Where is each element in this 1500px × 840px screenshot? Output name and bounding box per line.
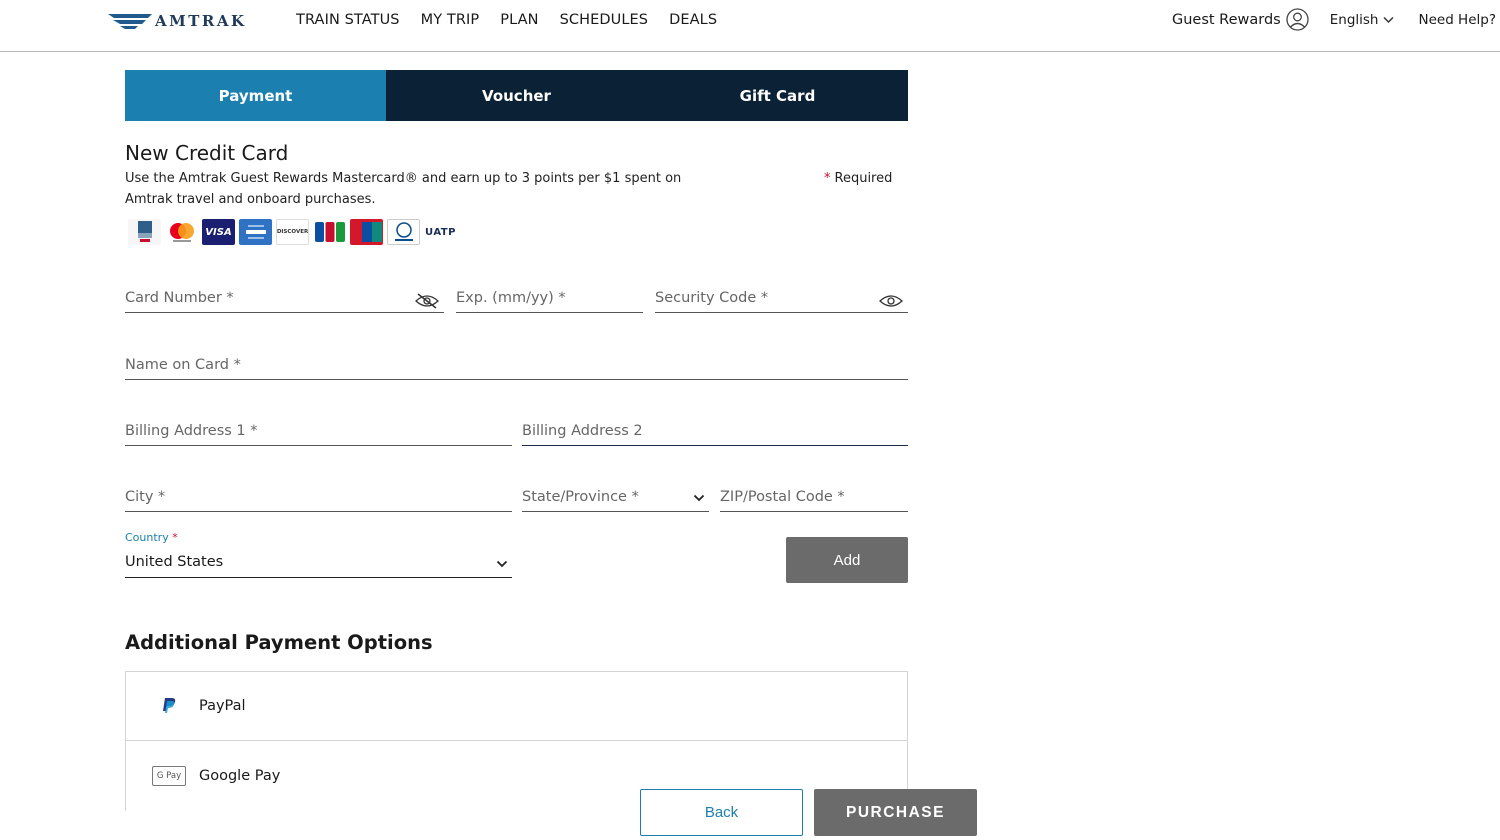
nav-deals[interactable]: DEALS [669,12,717,28]
site-header: AMTRAK TRAIN STATUS MY TRIP PLAN SCHEDUL… [0,0,1500,52]
amtrak-swoosh-icon [108,14,152,29]
required-star: * [824,171,831,186]
american-express-icon [239,219,272,245]
amtrak-logo[interactable]: AMTRAK [108,10,247,32]
country-label: Country * [125,531,178,544]
add-card-button[interactable]: Add [786,537,908,583]
card-number-field[interactable]: Card Number * [125,283,444,313]
billing-address-1-placeholder: Billing Address 1 * [125,423,258,439]
accepted-cards: VISA DISCOVER UATP [128,219,457,245]
nav-plan[interactable]: PLAN [500,12,538,28]
billing-address-2-field[interactable]: Billing Address 2 [522,416,908,446]
guest-rewards-label: Guest Rewards [1171,11,1281,28]
eye-icon[interactable] [879,293,903,309]
visa-icon: VISA [202,219,235,245]
country-label-text: Country [125,531,169,544]
zip-postal-code-field[interactable]: ZIP/Postal Code * [720,482,908,512]
billing-address-1-field[interactable]: Billing Address 1 * [125,416,512,446]
paypal-icon [152,695,186,717]
nav-train-status[interactable]: TRAIN STATUS [296,12,400,28]
additional-payment-title: Additional Payment Options [125,631,433,654]
security-code-placeholder: Security Code * [655,290,769,306]
tab-voucher[interactable]: Voucher [386,70,647,121]
expiration-placeholder: Exp. (mm/yy) * [456,290,566,306]
security-code-field[interactable]: Security Code * [655,283,908,313]
country-select[interactable]: United States [125,548,512,578]
user-account-icon [1286,8,1309,31]
jcb-icon [313,219,346,245]
back-button[interactable]: Back [640,789,803,836]
nav-schedules[interactable]: SCHEDULES [560,12,649,28]
language-selector[interactable]: English [1330,12,1395,28]
diners-club-icon [387,219,420,245]
paypal-option[interactable]: PayPal [126,672,907,741]
guest-rewards-link[interactable]: Guest Rewards [1172,8,1309,31]
city-placeholder: City * [125,489,166,505]
country-value: United States [125,554,224,570]
country-required-star: * [172,531,178,544]
payment-method-tabs: Payment Voucher Gift Card [125,70,908,121]
google-pay-icon: G Pay [152,765,186,787]
expiration-field[interactable]: Exp. (mm/yy) * [456,283,643,313]
mastercard-icon [165,219,198,245]
guest-rewards-card-icon [128,219,161,245]
header-utilities: Guest Rewards English Need Help? [1172,8,1496,31]
billing-address-2-placeholder: Billing Address 2 [522,423,643,439]
new-credit-card-title: New Credit Card [125,141,289,165]
purchase-button[interactable]: PURCHASE [814,789,977,836]
main-nav: TRAIN STATUS MY TRIP PLAN SCHEDULES DEAL… [296,12,717,28]
need-help-link[interactable]: Need Help? [1418,12,1496,28]
chevron-down-icon [496,560,508,568]
language-label: English [1329,11,1379,28]
discover-icon: DISCOVER [276,219,309,245]
chevron-down-icon [1383,16,1395,23]
unionpay-icon [350,219,383,245]
brand-wordmark: AMTRAK [155,12,247,30]
required-label: Required [834,171,893,186]
zip-postal-code-placeholder: ZIP/Postal Code * [720,489,845,505]
name-on-card-placeholder: Name on Card * [125,357,241,373]
eye-slash-icon[interactable] [415,293,439,309]
rewards-promo-text: Use the Amtrak Guest Rewards Mastercard®… [125,171,682,207]
google-pay-badge: G Pay [152,765,186,786]
state-province-placeholder: State/Province * [522,489,639,505]
chevron-down-icon [693,494,705,502]
city-field[interactable]: City * [125,482,512,512]
uatp-icon: UATP [424,219,457,245]
card-number-placeholder: Card Number * [125,290,234,306]
name-on-card-field[interactable]: Name on Card * [125,350,908,380]
tab-gift-card[interactable]: Gift Card [647,70,908,121]
paypal-label: PayPal [199,698,246,714]
required-legend: * Required [824,168,892,189]
nav-my-trip[interactable]: MY TRIP [421,12,480,28]
tab-payment[interactable]: Payment [125,70,386,121]
state-province-select[interactable]: State/Province * [522,482,709,512]
google-pay-label: Google Pay [199,767,281,784]
